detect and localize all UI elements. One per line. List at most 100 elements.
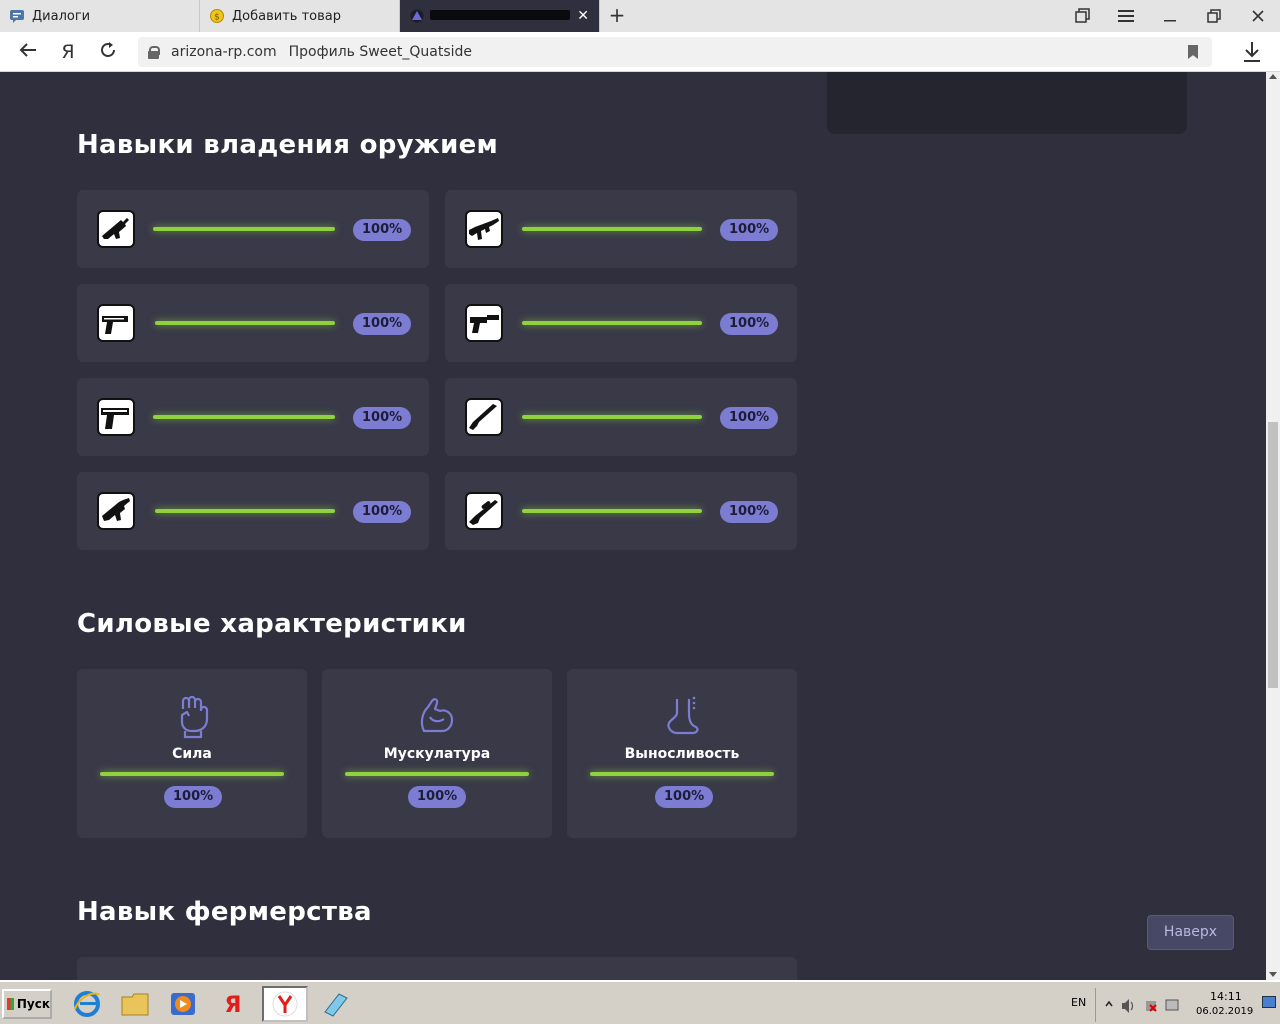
ak47-rifle-icon	[465, 210, 503, 248]
stat-label: Мускулатура	[383, 746, 491, 762]
weapons-section-title: Навыки владения оружием	[77, 130, 499, 160]
arizona-logo-icon	[410, 9, 424, 23]
download-icon[interactable]	[1240, 38, 1264, 66]
weapon-progress-bar	[522, 509, 702, 513]
farming-section-title: Навык фермерства	[77, 897, 372, 927]
weapon-skill-card: 100%	[445, 284, 797, 362]
stat-value: 100%	[408, 786, 467, 808]
show-desktop-icon[interactable]	[1262, 996, 1276, 1008]
weapon-skill-card: 100%	[77, 284, 429, 362]
svg-text:Я: Я	[225, 993, 242, 1017]
weapon-skill-card: 100%	[77, 378, 429, 456]
weapon-skill-value: 100%	[353, 407, 412, 429]
stat-progress-bar	[100, 772, 284, 776]
tab-title: Добавить товар	[232, 8, 341, 24]
weapon-progress-bar	[153, 227, 335, 231]
weapon-progress-bar	[522, 415, 702, 419]
scrollbar-thumb[interactable]	[1268, 422, 1278, 688]
taskbar: Пуск Я EN 14:11 06.02.2019	[0, 980, 1280, 1024]
start-label: Пуск	[16, 997, 50, 1011]
weapon-skill-value: 100%	[353, 219, 412, 241]
flexed-arm-icon	[418, 695, 458, 739]
stat-label: Выносливость	[624, 746, 740, 762]
weapon-skill-card: 100%	[445, 190, 797, 268]
weapon-progress-bar	[522, 227, 702, 231]
weapon-skill-card: 100%	[77, 472, 429, 550]
clock-date[interactable]: 06.02.2019	[1196, 1006, 1253, 1017]
farming-card	[77, 957, 797, 980]
coin-icon: $	[210, 9, 224, 23]
notepad-icon[interactable]	[312, 986, 358, 1022]
pistol-icon	[97, 304, 135, 342]
smg-icon	[97, 492, 135, 530]
weapon-progress-bar	[155, 509, 335, 513]
folder-icon[interactable]	[112, 986, 158, 1022]
stat-card-endurance: Выносливость 100%	[567, 669, 797, 838]
new-tab-button[interactable]: +	[606, 4, 628, 26]
language-indicator[interactable]: EN	[1071, 996, 1086, 1009]
scroll-up-arrow-icon[interactable]	[1269, 74, 1277, 79]
media-player-icon[interactable]	[160, 986, 206, 1022]
weapon-skill-card: 100%	[445, 378, 797, 456]
weapon-progress-bar	[522, 321, 702, 325]
weapon-skill-card: 100%	[77, 190, 429, 268]
stat-label: Сила	[172, 746, 212, 762]
weapon-skill-value: 100%	[720, 313, 779, 335]
internet-explorer-icon[interactable]	[64, 986, 110, 1022]
back-arrow-icon[interactable]	[16, 40, 40, 64]
stat-card-muscles: Мускулатура 100%	[322, 669, 552, 838]
chat-icon	[10, 9, 24, 23]
strength-section-title: Силовые характеристики	[77, 609, 467, 639]
weapon-skill-value: 100%	[720, 407, 779, 429]
redacted-title	[430, 10, 570, 20]
stat-progress-bar	[345, 772, 529, 776]
restore-icon[interactable]	[1192, 0, 1236, 32]
foot-icon	[663, 695, 703, 739]
bookmark-icon[interactable]	[1188, 45, 1198, 59]
url-field[interactable]: arizona-rp.com Профиль Sweet_Quatside	[138, 37, 1212, 67]
profile-page: Навыки владения оружием 100% 100% 100% 1…	[0, 72, 1266, 980]
weapon-skill-value: 100%	[720, 219, 779, 241]
tabs-overview-icon[interactable]	[1060, 0, 1104, 32]
url-page-title: Профиль Sweet_Quatside	[288, 44, 473, 60]
weapon-skill-value: 100%	[353, 501, 412, 523]
menu-icon[interactable]	[1104, 0, 1148, 32]
weapon-progress-bar	[155, 321, 335, 325]
yandex-logo-icon[interactable]: Я	[56, 40, 80, 64]
tab-title: Диалоги	[32, 8, 91, 24]
desert-eagle-icon	[97, 398, 135, 436]
svg-text:$: $	[214, 13, 220, 23]
yandex-browser-icon[interactable]	[262, 986, 308, 1022]
tab-add-product[interactable]: $ Добавить товар	[200, 0, 400, 32]
yandex-icon[interactable]: Я	[210, 986, 256, 1022]
fist-icon	[173, 695, 213, 739]
m4-rifle-icon	[97, 210, 135, 248]
url-host: arizona-rp.com	[171, 44, 277, 60]
close-icon[interactable]: ✕	[577, 8, 589, 24]
scroll-down-arrow-icon[interactable]	[1269, 972, 1277, 977]
scroll-to-top-button[interactable]: Наверх	[1147, 915, 1234, 950]
stat-progress-bar	[590, 772, 774, 776]
side-card	[827, 72, 1187, 134]
clock-time[interactable]: 14:11	[1210, 990, 1242, 1003]
start-button[interactable]: Пуск	[2, 989, 52, 1019]
lock-icon	[148, 45, 160, 59]
stat-card-strength: Сила 100%	[77, 669, 307, 838]
stat-value: 100%	[164, 786, 223, 808]
shotgun-icon	[465, 398, 503, 436]
weapon-skill-card: 100%	[445, 472, 797, 550]
minimize-icon[interactable]	[1148, 0, 1192, 32]
weapon-skill-value: 100%	[353, 313, 412, 335]
windows-logo-icon	[7, 998, 14, 1010]
browser-tab-strip: Диалоги $ Добавить товар ✕ +	[0, 0, 1280, 32]
sniper-rifle-icon	[465, 492, 503, 530]
weapon-skill-value: 100%	[720, 501, 779, 523]
close-window-icon[interactable]	[1236, 0, 1280, 32]
address-bar: Я arizona-rp.com Профиль Sweet_Quatside	[0, 32, 1280, 72]
tab-dialogs[interactable]: Диалоги	[0, 0, 200, 32]
reload-icon[interactable]	[96, 40, 120, 64]
stat-value: 100%	[655, 786, 714, 808]
weapon-progress-bar	[153, 415, 335, 419]
tab-profile[interactable]: ✕	[400, 0, 600, 32]
vertical-scrollbar[interactable]	[1266, 72, 1280, 980]
